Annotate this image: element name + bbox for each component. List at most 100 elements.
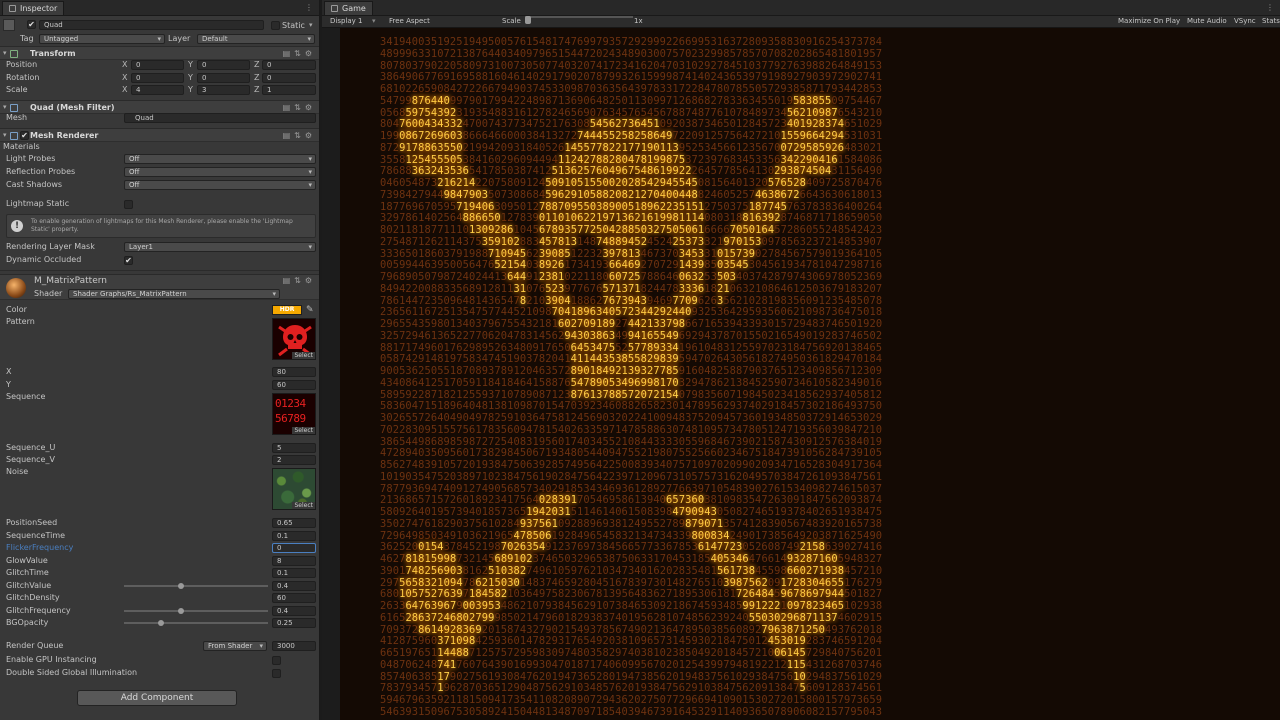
glitch-density-row: GlitchDensity 60 bbox=[0, 592, 319, 604]
lightmap-static-checkbox[interactable] bbox=[124, 200, 133, 209]
active-checkbox[interactable]: ✔ bbox=[27, 20, 36, 29]
sequence-time-field[interactable]: 0.1 bbox=[272, 531, 316, 541]
scale-x-field[interactable]: 4 bbox=[131, 85, 184, 95]
stats-toggle[interactable]: Stats bbox=[1262, 16, 1280, 27]
select-texture-button[interactable]: Select bbox=[292, 502, 315, 509]
x-row: X 80 bbox=[0, 366, 319, 378]
x-field[interactable]: 80 bbox=[272, 367, 316, 377]
mesh-renderer-header[interactable]: ▾ ✔ Mesh Renderer ▤⇅⚙ bbox=[0, 128, 319, 142]
glitch-value-field[interactable]: 0.4 bbox=[272, 581, 316, 591]
mute-audio-toggle[interactable]: Mute Audio bbox=[1187, 16, 1227, 27]
sequence-time-row: SequenceTime 0.1 bbox=[0, 530, 319, 542]
shader-dropdown[interactable]: Shader Graphs/Rs_MatrixPattern bbox=[68, 289, 280, 299]
dynamic-occluded-checkbox[interactable]: ✔ bbox=[124, 256, 133, 265]
game-tabbar: Game ⋮ bbox=[322, 0, 1280, 16]
glitch-frequency-slider[interactable] bbox=[124, 610, 268, 612]
static-dropdown-icon[interactable]: ▾ bbox=[309, 19, 313, 31]
vsync-toggle[interactable]: VSync bbox=[1234, 16, 1256, 27]
scale-z-field[interactable]: 1 bbox=[262, 85, 316, 95]
tab-menu-icon[interactable]: ⋮ bbox=[1266, 1, 1274, 15]
matrix-digit-row: 4899963310721387644034097965154472024348… bbox=[380, 47, 883, 60]
matrix-digit-row: 8021181877111013092861045678935772504288… bbox=[380, 224, 883, 236]
y-field[interactable]: 60 bbox=[272, 380, 316, 390]
cast-shadows-dropdown[interactable]: Off bbox=[124, 180, 316, 190]
glitch-time-row: GlitchTime 0.1 bbox=[0, 567, 319, 579]
rotation-y-field[interactable]: 0 bbox=[197, 73, 250, 83]
layer-dropdown[interactable]: Default bbox=[197, 34, 315, 44]
object-header: ✔ Quad Static ▾ bbox=[0, 18, 319, 32]
static-checkbox[interactable] bbox=[271, 21, 280, 30]
sequence-v-field[interactable]: 2 bbox=[272, 455, 316, 465]
matrix-digit-row: 3901748256903816251038274961059762103473… bbox=[380, 564, 883, 577]
position-seed-field[interactable]: 0.65 bbox=[272, 518, 316, 528]
add-component-button[interactable]: Add Component bbox=[77, 690, 237, 706]
component-menu-icons[interactable]: ▤⇅⚙ bbox=[283, 276, 316, 285]
render-queue-field[interactable]: 3000 bbox=[272, 641, 316, 651]
hdr-color-swatch[interactable]: HDR bbox=[272, 305, 302, 315]
flicker-frequency-field[interactable]: 0 bbox=[272, 543, 316, 553]
glitch-value-slider-knob[interactable] bbox=[178, 583, 184, 589]
position-y-field[interactable]: 0 bbox=[197, 60, 250, 70]
matrix-digit-row: 2975658321094786215030148374659280451678… bbox=[380, 576, 883, 589]
display-dropdown-arrow-icon[interactable]: ▾ bbox=[372, 16, 376, 27]
position-x-field[interactable]: 0 bbox=[131, 60, 184, 70]
light-probes-dropdown[interactable]: Off bbox=[124, 154, 316, 164]
eyedropper-icon[interactable]: ✎ bbox=[306, 305, 314, 315]
scale-slider[interactable] bbox=[525, 16, 633, 18]
glitch-frequency-field[interactable]: 0.4 bbox=[272, 606, 316, 616]
matrix-digit-row: 3864906776916958816046140291790207879932… bbox=[380, 71, 883, 84]
mesh-renderer-enabled-checkbox[interactable]: ✔ bbox=[20, 131, 29, 140]
rotation-z-field[interactable]: 0 bbox=[262, 73, 316, 83]
matrix-digit-row: 5463931509675305892415044813487097185403… bbox=[380, 705, 883, 718]
tab-inspector[interactable]: Inspector bbox=[2, 1, 65, 15]
transform-header[interactable]: ▾ Transform ▤⇅⚙ bbox=[0, 46, 319, 60]
select-texture-button[interactable]: Select bbox=[292, 427, 315, 434]
matrix-digit-row: 7022830951557561783560947815402633597147… bbox=[380, 423, 883, 436]
object-name-field[interactable]: Quad bbox=[39, 20, 264, 30]
display-dropdown[interactable]: Display 1 bbox=[330, 16, 362, 27]
position-z-field[interactable]: 0 bbox=[262, 60, 316, 70]
matrix-digit-row: 4128759603710984259360147829317654920381… bbox=[380, 635, 883, 648]
bg-opacity-slider-knob[interactable] bbox=[158, 620, 164, 626]
gpu-instancing-checkbox[interactable] bbox=[272, 656, 281, 665]
maximize-on-play-toggle[interactable]: Maximize On Play bbox=[1118, 16, 1180, 27]
glitch-value-slider[interactable] bbox=[124, 585, 268, 587]
tag-label: Tag bbox=[20, 34, 34, 43]
matrix-digit-row: 0487062487417607643901699304701871740609… bbox=[380, 658, 883, 671]
materials-row[interactable]: Materials bbox=[0, 141, 319, 153]
pattern-texture-slot[interactable]: Select bbox=[272, 318, 316, 360]
material-preview-sphere bbox=[6, 278, 26, 298]
aspect-dropdown[interactable]: Free Aspect bbox=[389, 16, 430, 27]
sequence-u-field[interactable]: 5 bbox=[272, 443, 316, 453]
glitch-density-field[interactable]: 60 bbox=[272, 593, 316, 603]
render-queue-dropdown[interactable]: From Shader bbox=[203, 641, 267, 651]
sequence-texture-slot[interactable]: 01234 56789 Select bbox=[272, 393, 316, 435]
noise-texture-slot[interactable]: Select bbox=[272, 468, 316, 510]
tag-dropdown[interactable]: Untagged bbox=[39, 34, 165, 44]
select-texture-button[interactable]: Select bbox=[292, 352, 315, 359]
bg-opacity-slider[interactable] bbox=[124, 622, 268, 624]
bg-opacity-field[interactable]: 0.25 bbox=[272, 618, 316, 628]
scale-y-field[interactable]: 3 bbox=[197, 85, 250, 95]
matrix-digit-row: 3502747618290375610284937561092889693812… bbox=[380, 517, 883, 530]
rendering-layer-mask-dropdown[interactable]: Layer1 bbox=[124, 242, 316, 252]
tab-menu-icon[interactable]: ⋮ bbox=[305, 1, 313, 15]
flicker-frequency-row: FlickerFrequency 0 bbox=[0, 542, 319, 554]
glow-value-field[interactable]: 8 bbox=[272, 556, 316, 566]
glitch-time-field[interactable]: 0.1 bbox=[272, 568, 316, 578]
sequence-u-row: Sequence_U 5 bbox=[0, 442, 319, 454]
y-row: Y 60 bbox=[0, 379, 319, 391]
gameobject-icon bbox=[3, 19, 15, 31]
material-header[interactable]: M_MatrixPattern Shader Shader Graphs/Rs_… bbox=[0, 274, 319, 300]
lightmap-help-box: ! To enable generation of lightmaps for … bbox=[6, 214, 316, 238]
matrix-digit-row: 9005362505518708937891204635728901849213… bbox=[380, 365, 883, 377]
reflection-probes-dropdown[interactable]: Off bbox=[124, 167, 316, 177]
rotation-x-field[interactable]: 0 bbox=[131, 73, 184, 83]
matrix-digit-row: 2965543598013403796755432181602709189274… bbox=[380, 318, 883, 330]
matrix-digit-row: 8574063851790275619308476201947365280194… bbox=[380, 670, 883, 683]
mesh-field[interactable]: Quad bbox=[124, 113, 316, 123]
glitch-frequency-slider-knob[interactable] bbox=[178, 608, 184, 614]
scale-slider-knob[interactable] bbox=[525, 16, 531, 24]
tab-game[interactable]: Game bbox=[324, 1, 373, 15]
double-sided-gi-checkbox[interactable] bbox=[272, 669, 281, 678]
